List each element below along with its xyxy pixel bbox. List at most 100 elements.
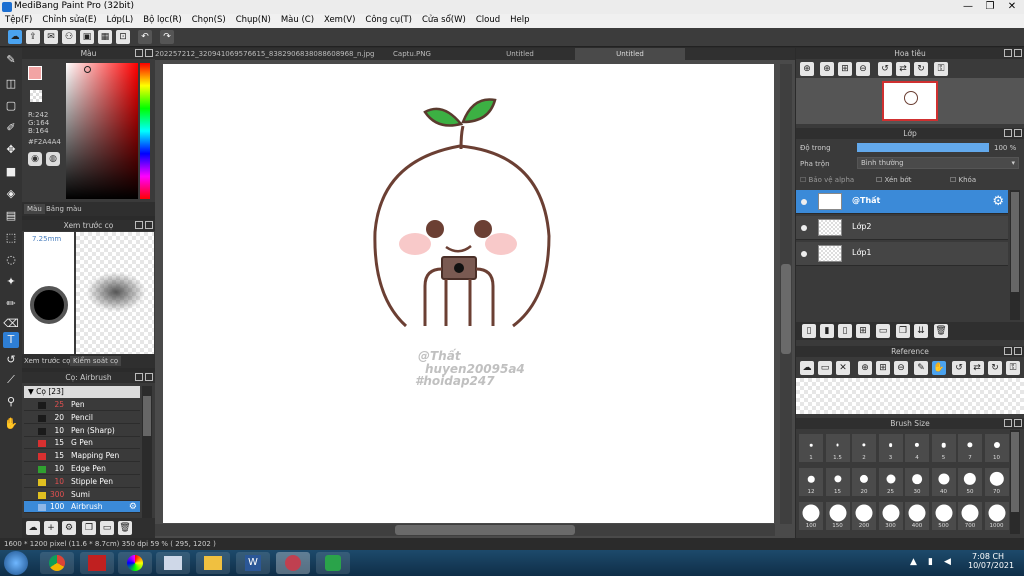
- new-layer-icon[interactable]: ▯: [802, 324, 816, 338]
- cloud-icon[interactable]: ☁: [8, 30, 22, 44]
- move-tool-icon[interactable]: ✥: [3, 142, 19, 158]
- brush-list-item[interactable]: 300 Sumi: [24, 489, 140, 501]
- brush-list-scrollbar[interactable]: [142, 386, 152, 518]
- panel-detach-icon[interactable]: [135, 373, 143, 381]
- comment-icon[interactable]: ✉: [44, 30, 58, 44]
- saturation-value-picker[interactable]: [66, 63, 138, 199]
- add-layer-menu-icon[interactable]: ⊞: [856, 324, 870, 338]
- brush-group-header[interactable]: ▼ Cọ [23]: [24, 386, 140, 398]
- opacity-slider[interactable]: [857, 143, 989, 152]
- layer-row[interactable]: Lớp2: [796, 216, 1008, 240]
- brush-delete-icon[interactable]: 🗑: [118, 521, 132, 535]
- navigator-thumbnail[interactable]: [882, 81, 938, 121]
- brush-size-cell[interactable]: 700: [958, 502, 982, 530]
- duplicate-layer-icon[interactable]: ❐: [896, 324, 910, 338]
- brush-size-cell[interactable]: 12: [799, 468, 823, 496]
- reference-zoom-in-icon[interactable]: ⊕: [858, 361, 872, 375]
- tab-color[interactable]: Màu: [24, 204, 45, 214]
- menu-window[interactable]: Cửa sổ(W): [417, 14, 471, 25]
- text-tool-icon[interactable]: T: [3, 332, 19, 348]
- rotate-right-icon[interactable]: ↻: [914, 62, 928, 76]
- tray-arrow-icon[interactable]: ▲: [910, 557, 917, 567]
- panel-detach-icon[interactable]: [135, 221, 143, 229]
- select-tool-icon[interactable]: ⬚: [3, 230, 19, 246]
- brush-size-cell[interactable]: 2: [852, 434, 876, 462]
- panel-detach-icon[interactable]: [1004, 49, 1012, 57]
- gear-icon[interactable]: ⚙: [992, 194, 1004, 209]
- panel-close-icon[interactable]: [1014, 129, 1022, 137]
- brush-size-scrollbar[interactable]: [1010, 430, 1020, 534]
- tab-brush-control[interactable]: Kiểm soát cọ: [70, 356, 122, 366]
- new-halftone-layer-icon[interactable]: ▮: [820, 324, 834, 338]
- menu-file[interactable]: Tệp(F): [0, 14, 37, 25]
- select-pen-icon[interactable]: ✏: [3, 296, 19, 312]
- panel-close-icon[interactable]: [1014, 347, 1022, 355]
- new-8bit-layer-icon[interactable]: ▯: [838, 324, 852, 338]
- layer-list-scrollbar[interactable]: [1010, 190, 1020, 320]
- menu-select[interactable]: Chọn(S): [187, 14, 231, 25]
- reference-fit-icon[interactable]: ⊞: [876, 361, 890, 375]
- brush-size-cell[interactable]: 20: [852, 468, 876, 496]
- zoom-in-alt-icon[interactable]: ⊕: [820, 62, 834, 76]
- brush-size-cell[interactable]: 70: [984, 468, 1009, 496]
- brush-list-item[interactable]: 100 Airbrush ⚙: [24, 501, 140, 514]
- brush-list-item[interactable]: 20 Pencil: [24, 412, 140, 424]
- undo-icon[interactable]: ↶: [138, 30, 152, 44]
- brush-size-cell[interactable]: 1000: [984, 502, 1009, 530]
- panel-close-icon[interactable]: [145, 373, 153, 381]
- menu-filter[interactable]: Bộ lọc(R): [138, 14, 187, 25]
- medibang-taskbar-icon[interactable]: [276, 552, 310, 574]
- panel-close-icon[interactable]: [1014, 49, 1022, 57]
- panel-detach-icon[interactable]: [1004, 129, 1012, 137]
- team-icon[interactable]: ⚇: [62, 30, 76, 44]
- file-explorer-icon[interactable]: [196, 552, 230, 574]
- brush-size-cell[interactable]: 50: [958, 468, 982, 496]
- paint-tool-icon[interactable]: [80, 552, 114, 574]
- brush-size-cell[interactable]: 100: [799, 502, 823, 530]
- brush-size-cell[interactable]: 200: [852, 502, 876, 530]
- menu-cloud[interactable]: Cloud: [471, 14, 505, 25]
- reference-close-icon[interactable]: ✕: [836, 361, 850, 375]
- brush-size-cell[interactable]: 3: [878, 434, 903, 462]
- reference-rotate-left-icon[interactable]: ↺: [952, 361, 966, 375]
- select-eraser-icon[interactable]: ⌫: [3, 316, 19, 332]
- brush-list-item[interactable]: 15 Mapping Pen: [24, 450, 140, 463]
- merge-layer-icon[interactable]: ⇊: [914, 324, 928, 338]
- brush-add-icon[interactable]: +: [44, 521, 58, 535]
- panel-detach-icon[interactable]: [1004, 419, 1012, 427]
- tab-doc-captu[interactable]: Captu.PNG: [367, 48, 457, 60]
- brush-list-item[interactable]: 25 Pen: [24, 399, 140, 411]
- zalo-icon[interactable]: [316, 552, 350, 574]
- paint-palette-icon[interactable]: [118, 552, 152, 574]
- drawing-canvas[interactable]: @Thất huyen20095a4 #hoidap247: [163, 64, 774, 523]
- reference-image-area[interactable]: [796, 378, 1024, 414]
- palette-icon[interactable]: ◉: [28, 152, 42, 166]
- menu-view[interactable]: Xem(V): [319, 14, 360, 25]
- minimize-button[interactable]: —: [958, 0, 978, 14]
- brush-size-cell[interactable]: 10: [984, 434, 1009, 462]
- pen-tool-icon[interactable]: ✐: [3, 120, 19, 136]
- lasso-tool-icon[interactable]: ◌: [3, 252, 19, 268]
- menu-capture[interactable]: Chụp(N): [231, 14, 276, 25]
- gear-icon[interactable]: ⚙: [129, 501, 137, 513]
- brush-size-cell[interactable]: 40: [931, 468, 956, 496]
- menu-color[interactable]: Màu (C): [276, 14, 319, 25]
- brush-size-cell[interactable]: 15: [825, 468, 850, 496]
- tab-doc-jpg[interactable]: 202257212_320941069576615_83829068380886…: [155, 48, 375, 60]
- fill-rect-icon[interactable]: ■: [3, 164, 19, 180]
- brush-size-cell[interactable]: 400: [905, 502, 929, 530]
- menu-help[interactable]: Help: [505, 14, 534, 25]
- brush-list-item[interactable]: 10 Stipple Pen: [24, 476, 140, 488]
- tab-palette[interactable]: Bảng màu: [46, 205, 82, 213]
- monitor-icon[interactable]: [156, 552, 190, 574]
- brush-copy-icon[interactable]: ❐: [82, 521, 96, 535]
- reference-cloud-icon[interactable]: ☁: [800, 361, 814, 375]
- maximize-button[interactable]: ❐: [980, 0, 1000, 14]
- eyedrop-color-icon[interactable]: ◍: [46, 152, 60, 166]
- start-button[interactable]: [4, 551, 28, 575]
- reference-eyedrop-icon[interactable]: ✎: [914, 361, 928, 375]
- magic-wand-icon[interactable]: ✦: [3, 274, 19, 290]
- canvas-vertical-scrollbar[interactable]: [780, 64, 792, 524]
- panel-detach-icon[interactable]: [135, 49, 143, 57]
- clip-checkbox[interactable]: ☐ Xén bớt: [876, 176, 911, 184]
